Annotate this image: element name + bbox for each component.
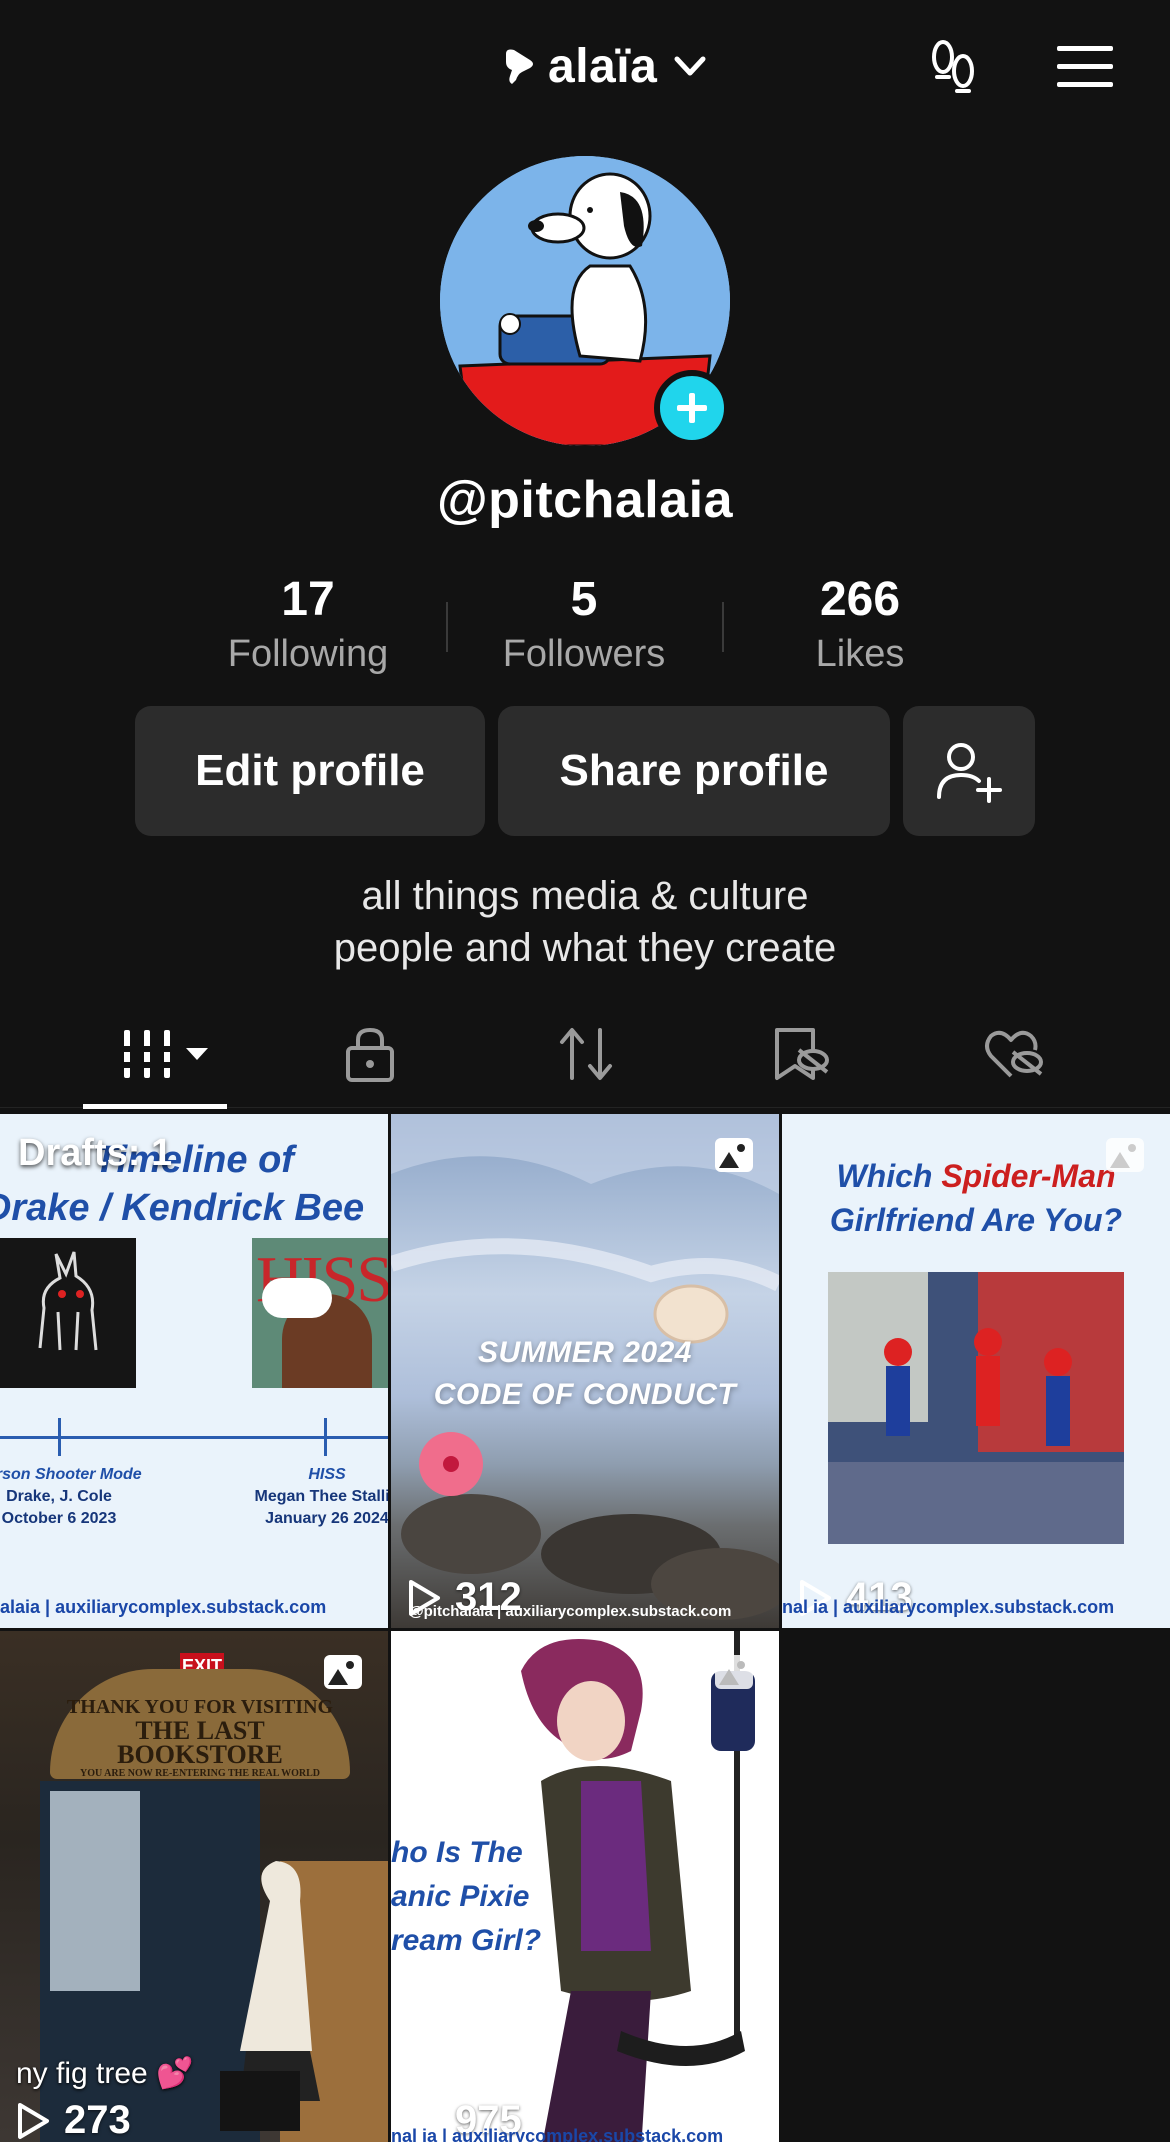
drafts-label: Drafts: 1 xyxy=(18,1132,173,1174)
tab-liked[interactable] xyxy=(974,1014,1054,1094)
entry-title: HISS xyxy=(308,1466,346,1483)
post-credit: nal ia | auxiliarycomplex.substack.com xyxy=(782,1597,1115,1617)
stat-following[interactable]: 17 Following xyxy=(170,572,446,676)
top-bar: alaïa xyxy=(0,0,1170,130)
bio-line: people and what they create xyxy=(333,926,837,970)
tab-reposts[interactable] xyxy=(546,1014,626,1094)
post-title-line: ream Girl? xyxy=(391,1924,542,1957)
tab-videos[interactable] xyxy=(100,1014,220,1094)
chevron-down-icon xyxy=(674,56,706,76)
post-tile[interactable]: Which Spider-Man Girlfriend Are You? 413… xyxy=(782,1114,1170,1628)
menu-icon[interactable] xyxy=(1052,34,1118,100)
entry-title: Person Shooter Mode xyxy=(0,1466,142,1483)
entry-artist: Megan Thee Stallio xyxy=(254,1488,388,1505)
post-tile[interactable]: SUMMER 2024 CODE OF CONDUCT 312 @pitchal… xyxy=(391,1114,779,1628)
timeline-tick xyxy=(58,1418,61,1456)
post-credit: alaia | auxiliarycomplex.substack.com xyxy=(0,1597,327,1617)
add-avatar-button[interactable] xyxy=(654,370,730,446)
stat-followers[interactable]: 5 Followers xyxy=(446,572,722,676)
sign-line: THE LAST BOOKSTORE xyxy=(117,1716,283,1769)
photo-post-icon xyxy=(715,1655,753,1689)
profile-bio: all things media & culture people and wh… xyxy=(0,870,1170,974)
saved-hidden-icon xyxy=(775,1028,829,1080)
timeline-entry: HISS Megan Thee Stallio January 26 2024 xyxy=(232,1464,388,1530)
add-friends-button[interactable] xyxy=(903,706,1035,836)
photo-post-icon xyxy=(324,1655,362,1689)
post-title-highlight: Spider-Man xyxy=(941,1158,1116,1194)
liked-hidden-icon xyxy=(985,1030,1043,1078)
post-overlay-text: SUMMER 2024 CODE OF CONDUCT xyxy=(391,1332,779,1416)
stat-value: 5 xyxy=(570,573,598,626)
stat-value: 266 xyxy=(819,573,901,626)
post-tile[interactable]: EXIT THANK YOU FOR VISITING THE LAST BOO… xyxy=(0,1631,388,2142)
videos-grid-icon xyxy=(118,1030,208,1078)
content-tabs xyxy=(0,1004,1170,1109)
stat-label: Following xyxy=(227,633,389,675)
plus-icon xyxy=(677,393,707,423)
edit-profile-button[interactable]: Edit profile xyxy=(135,706,485,836)
post-title-line: Drake / Kendrick Bee xyxy=(0,1187,365,1229)
post-title-line: ho Is The xyxy=(391,1836,523,1869)
album-cover-image: HISS xyxy=(252,1238,388,1388)
post-title-line: Girlfriend Are You? xyxy=(829,1202,1123,1238)
photo-post-icon xyxy=(715,1138,753,1172)
post-title-line: anic Pixie xyxy=(391,1880,530,1913)
post-tile[interactable]: ho Is The anic Pixie ream Girl? 975 nal … xyxy=(391,1631,779,2142)
pin-mark-icon xyxy=(506,49,533,84)
add-user-icon xyxy=(937,743,1002,803)
view-count: 273 xyxy=(16,2098,131,2142)
active-tab-indicator xyxy=(83,1104,227,1109)
overlay-line: SUMMER 2024 xyxy=(478,1336,692,1369)
post-title: ho Is The anic Pixie ream Girl? xyxy=(391,1831,591,1963)
stat-likes[interactable]: 266 Likes xyxy=(722,572,998,676)
stat-value: 17 xyxy=(281,573,335,626)
tab-private[interactable] xyxy=(330,1014,410,1094)
account-name: alaïa xyxy=(548,39,658,93)
repost-icon xyxy=(560,1028,612,1080)
share-profile-button[interactable]: Share profile xyxy=(498,706,890,836)
profile-handle: @pitchalaia xyxy=(436,471,734,529)
entry-date: January 26 2024 xyxy=(265,1510,388,1527)
account-switcher[interactable]: alaïa xyxy=(500,34,709,98)
private-lock-icon xyxy=(346,1027,394,1082)
view-count-value: 273 xyxy=(64,2098,131,2142)
overlay-line: CODE OF CONDUCT xyxy=(433,1378,737,1411)
post-caption: ny fig tree 💕 xyxy=(16,2057,194,2090)
spiderman-meme-image xyxy=(828,1272,1124,1544)
play-outline-icon xyxy=(18,2102,49,2139)
post-title-part: Which xyxy=(836,1158,942,1194)
stat-label: Followers xyxy=(502,633,666,675)
tab-saved[interactable] xyxy=(760,1014,840,1094)
post-tile-draft[interactable]: Timeline of Drake / Kendrick Bee HISS Pe… xyxy=(0,1114,388,1628)
album-cover-image xyxy=(0,1238,136,1388)
post-credit: @pitchalaia | auxiliarycomplex.substack.… xyxy=(409,1603,732,1620)
timeline-entry: Person Shooter Mode Drake, J. Cole Octob… xyxy=(0,1464,154,1530)
bio-line: all things media & culture xyxy=(361,874,809,918)
entry-date: October 6 2023 xyxy=(1,1510,117,1527)
photo-post-icon xyxy=(1106,1138,1144,1172)
timeline-tick xyxy=(324,1418,327,1456)
entry-artist: Drake, J. Cole xyxy=(6,1488,112,1505)
post-credit: nal ia | auxiliarycomplex.substack.com xyxy=(391,2126,724,2142)
footprints-icon[interactable] xyxy=(920,34,986,100)
profile-stats: 17 Following 5 Followers 266 Likes xyxy=(0,572,1170,682)
sign-line: YOU ARE NOW RE-ENTERING THE REAL WORLD xyxy=(79,1768,321,1779)
stat-label: Likes xyxy=(815,633,905,675)
